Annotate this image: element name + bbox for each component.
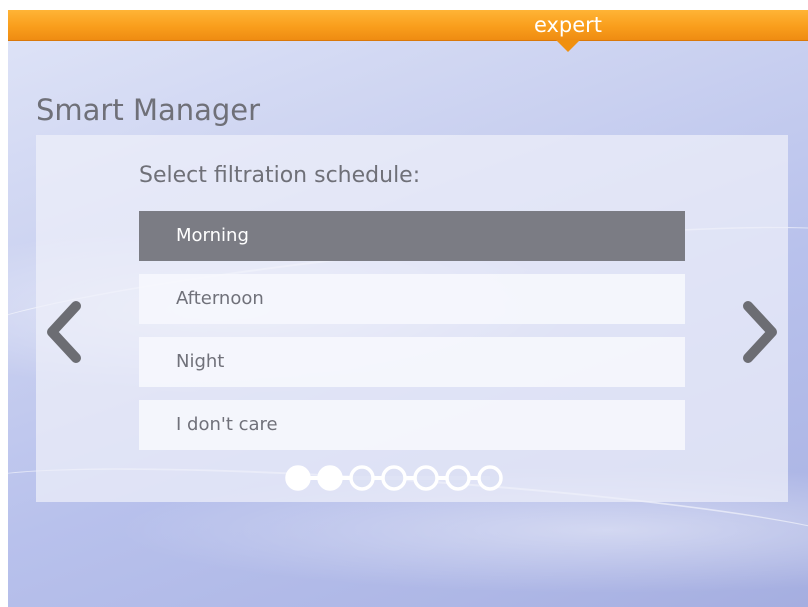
schedule-panel: Select filtration schedule: Morning Afte… <box>36 135 788 502</box>
top-bar: expert <box>8 10 808 41</box>
pagination-dot <box>349 465 375 491</box>
pagination-dot <box>413 465 439 491</box>
mode-label[interactable]: expert <box>528 12 608 38</box>
pagination-dot-complete <box>285 465 311 491</box>
pagination-dot-complete <box>317 465 343 491</box>
page-title: Smart Manager <box>36 93 261 127</box>
device-screen: expert Smart Manager Select filtration s… <box>8 10 808 607</box>
option-night[interactable]: Night <box>139 337 685 387</box>
chevron-right-icon <box>743 301 777 363</box>
option-morning[interactable]: Morning <box>139 211 685 261</box>
question-prompt: Select filtration schedule: <box>139 163 421 188</box>
option-dont-care[interactable]: I don't care <box>139 400 685 450</box>
chevron-left-icon <box>47 301 81 363</box>
pagination-dot <box>445 465 471 491</box>
prev-button[interactable] <box>44 300 84 364</box>
pagination-dot <box>477 465 503 491</box>
mode-indicator-notch <box>556 40 580 52</box>
step-pagination <box>285 465 503 491</box>
option-afternoon[interactable]: Afternoon <box>139 274 685 324</box>
next-button[interactable] <box>740 300 780 364</box>
pagination-dot <box>381 465 407 491</box>
